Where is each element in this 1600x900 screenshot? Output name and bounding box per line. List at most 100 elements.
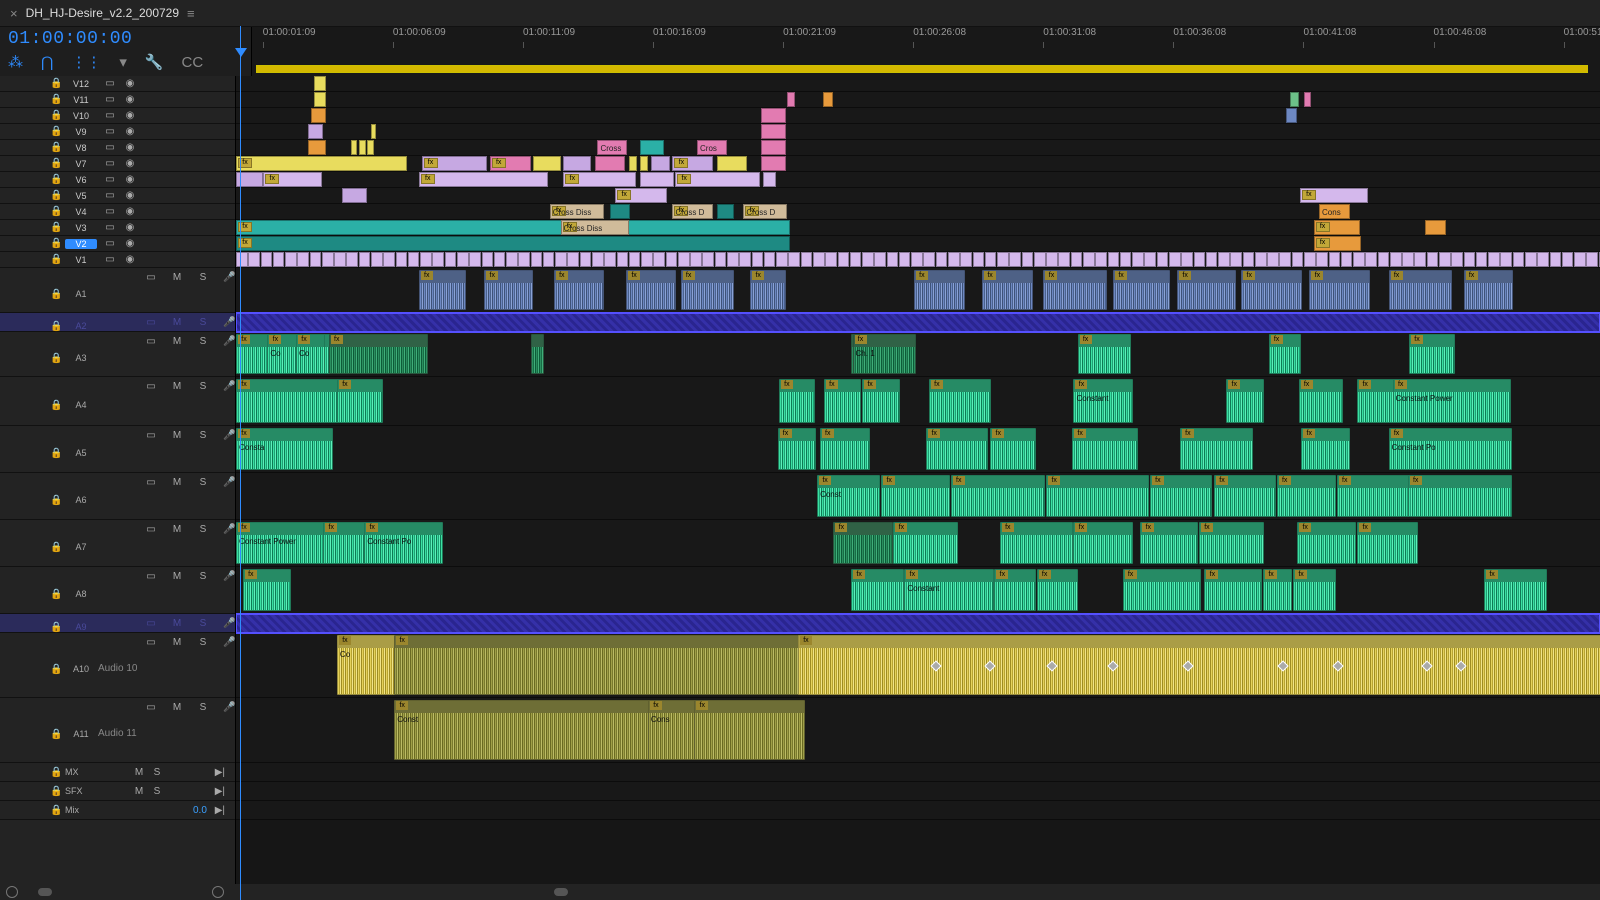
lock-icon[interactable]: 🔒 [50, 110, 59, 121]
video-track-V12[interactable] [236, 76, 1600, 92]
voice-record-icon[interactable]: 🎤 [223, 702, 235, 713]
lock-icon[interactable]: 🔒 [50, 542, 59, 553]
video-clip[interactable] [629, 156, 637, 171]
video-clip[interactable] [1390, 252, 1402, 267]
sync-lock-icon[interactable]: ▭ [103, 94, 117, 105]
video-clip[interactable] [715, 252, 727, 267]
video-clip[interactable] [874, 252, 886, 267]
audio-clip[interactable]: fx [851, 569, 903, 611]
audio-clip[interactable]: fx [1180, 428, 1253, 470]
mute-button[interactable]: M [171, 381, 183, 392]
audio-clip[interactable]: fx [1409, 334, 1455, 374]
solo-button[interactable]: S [197, 637, 209, 648]
video-clip[interactable] [653, 252, 665, 267]
lock-icon[interactable]: 🔒 [50, 94, 59, 105]
audio-clip[interactable]: fx [1214, 475, 1276, 517]
video-clip[interactable]: fxCross D [743, 204, 787, 219]
track-visibility-icon[interactable]: ◉ [123, 126, 137, 137]
lock-icon[interactable]: 🔒 [50, 495, 59, 506]
audio-clip[interactable]: fx [1301, 428, 1349, 470]
audio-track-A2[interactable] [236, 313, 1600, 332]
audio-clip[interactable]: fx [951, 475, 1046, 517]
lock-icon[interactable]: 🔒 [50, 289, 59, 300]
audio-clip[interactable]: fx [1177, 270, 1236, 310]
voice-record-icon[interactable]: 🎤 [223, 571, 235, 582]
video-clip[interactable] [1513, 252, 1525, 267]
sync-lock-icon[interactable]: ▭ [103, 126, 117, 137]
lock-icon[interactable]: 🔒 [50, 400, 59, 411]
audio-clip[interactable]: fx [1293, 569, 1336, 611]
video-clip[interactable] [776, 252, 788, 267]
video-clip[interactable] [383, 252, 395, 267]
video-clip[interactable]: fx [419, 172, 549, 187]
lock-icon[interactable]: 🔒 [50, 78, 59, 89]
lock-icon[interactable]: 🔒 [50, 589, 59, 600]
track-label[interactable]: A10 [65, 664, 97, 674]
video-clip[interactable] [346, 252, 358, 267]
audio-clip[interactable]: fx [982, 270, 1033, 310]
track-visibility-icon[interactable]: ◉ [123, 142, 137, 153]
audio-clip[interactable]: fx [1263, 569, 1292, 611]
video-clip[interactable] [273, 252, 285, 267]
video-clip[interactable] [457, 252, 469, 267]
audio-track-A3[interactable]: fxfxCofxCofxfxfxCh. 1fxfxfx [236, 332, 1600, 377]
audio-track-A10[interactable]: fxCofxfx [236, 633, 1600, 698]
video-clip[interactable] [371, 124, 376, 139]
voice-record-icon[interactable]: 🎤 [223, 430, 235, 441]
audio-clip[interactable]: fx [994, 569, 1036, 611]
solo-button[interactable]: S [197, 430, 209, 441]
audio-clip[interactable]: fx [419, 270, 466, 310]
mute-button[interactable]: M [171, 336, 183, 347]
audio-clip[interactable]: fxConst [817, 475, 880, 517]
video-clip[interactable] [595, 156, 625, 171]
audio-clip[interactable]: fx [779, 379, 815, 423]
track-label[interactable]: A1 [65, 289, 97, 299]
video-clip[interactable] [761, 140, 786, 155]
audio-clip[interactable]: fx [1037, 569, 1079, 611]
audio-clip[interactable]: fx [1046, 475, 1149, 517]
mute-button[interactable]: M [171, 317, 183, 328]
audio-clip[interactable]: fx [1226, 379, 1263, 423]
video-clip[interactable] [322, 252, 334, 267]
solo-button[interactable]: S [197, 272, 209, 283]
audio-clip[interactable]: fx [914, 270, 965, 310]
snap-nested-icon[interactable]: ⁂ [8, 53, 23, 71]
audio-clip[interactable]: fx [1241, 270, 1302, 310]
video-clip[interactable] [825, 252, 837, 267]
close-icon[interactable]: × [10, 6, 18, 21]
audio-clip[interactable]: fx [1140, 522, 1198, 564]
video-clip[interactable] [948, 252, 960, 267]
audio-clip[interactable]: fxConstant [1073, 379, 1132, 423]
audio-track-A8[interactable]: fxfxfxConstantfxfxfxfxfxfxfx [236, 567, 1600, 614]
audio-clip[interactable]: fxConstant Power [236, 522, 325, 564]
sync-lock-icon[interactable]: ▭ [145, 317, 157, 328]
track-visibility-icon[interactable]: ◉ [123, 222, 137, 233]
audio-clip[interactable]: fx [1337, 475, 1410, 517]
video-clip[interactable] [801, 252, 813, 267]
video-clip[interactable] [445, 252, 457, 267]
video-clip[interactable] [690, 252, 702, 267]
lock-icon[interactable]: 🔒 [50, 805, 59, 816]
submix-track-Mix[interactable] [236, 801, 1600, 820]
audio-clip[interactable]: fx [1123, 569, 1201, 611]
voice-record-icon[interactable]: 🎤 [223, 477, 235, 488]
audio-track-A1[interactable]: fxfxfxfxfxfxfxfxfxfxfxfxfxfxfx [236, 268, 1600, 313]
video-clip[interactable] [727, 252, 739, 267]
video-clip[interactable] [1341, 252, 1353, 267]
scroll-thumb-2[interactable] [554, 888, 568, 896]
lock-icon[interactable]: 🔒 [50, 786, 59, 797]
video-clip[interactable] [761, 124, 786, 139]
video-track-V3[interactable]: fxfxCross Dissfx [236, 220, 1600, 236]
video-clip[interactable] [248, 252, 260, 267]
audio-clip[interactable]: fxConstant Po [364, 522, 442, 564]
video-track-V8[interactable]: CrossCros [236, 140, 1600, 156]
track-label[interactable]: A6 [65, 495, 97, 505]
video-clip[interactable] [236, 252, 248, 267]
video-track-V7[interactable]: fxfxfxfx [236, 156, 1600, 172]
video-clip[interactable] [1537, 252, 1549, 267]
audio-clip[interactable]: fx [1484, 569, 1547, 611]
video-clip[interactable] [887, 252, 899, 267]
video-track-V9[interactable] [236, 124, 1600, 140]
video-clip[interactable] [494, 252, 506, 267]
video-clip[interactable]: fx [236, 156, 407, 171]
